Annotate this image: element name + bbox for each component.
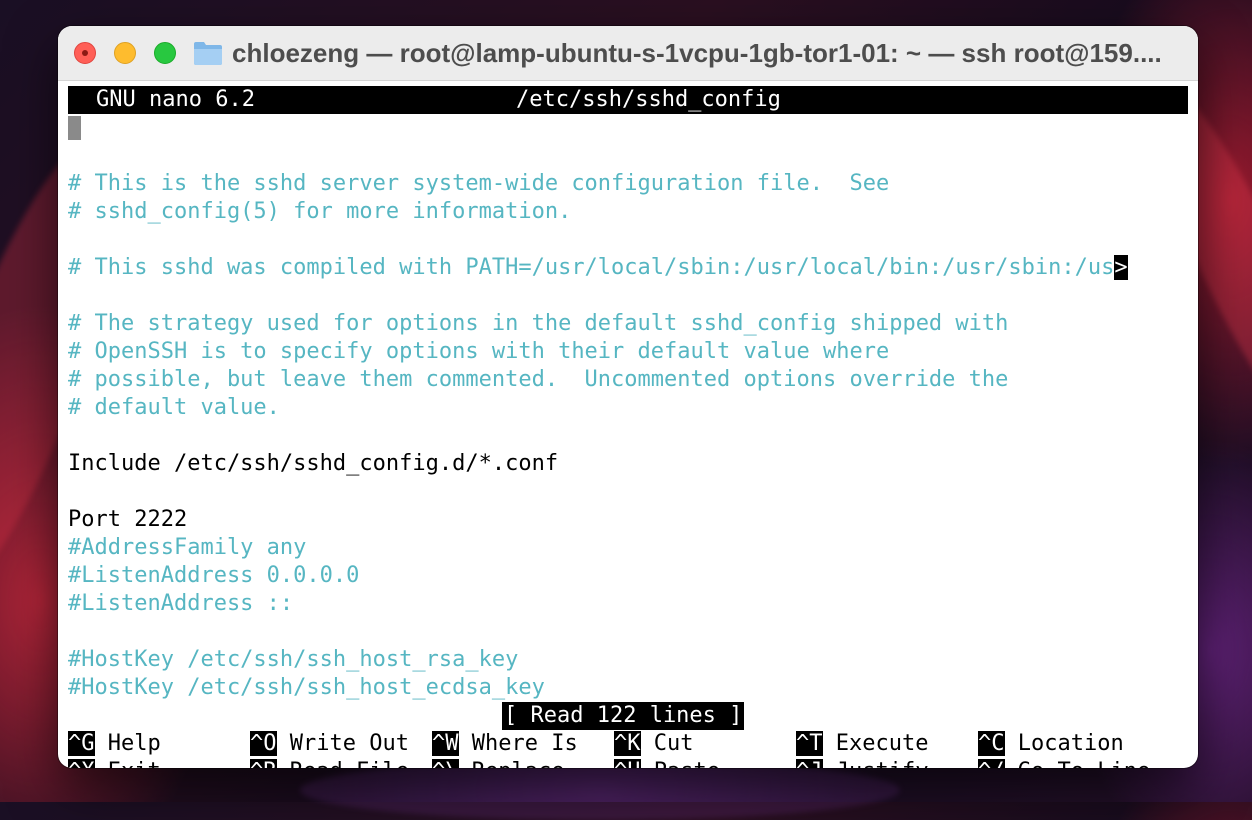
terminal-content[interactable]: GNU nano 6.2 /etc/ssh/sshd_config # This… (68, 86, 1188, 768)
shortcut-key: ^O (250, 731, 277, 756)
shortcut-label: Go To Line (1018, 759, 1150, 768)
line-text: #ListenAddress :: (68, 591, 294, 616)
line-text: # OpenSSH is to specify options with the… (68, 339, 890, 364)
line-text: #AddressFamily any (68, 535, 307, 560)
line-text: #ListenAddress 0.0.0.0 (68, 563, 360, 588)
zoom-button[interactable] (154, 42, 176, 64)
shortcut-label: Location (1017, 731, 1124, 756)
shortcut-read-file[interactable]: ^R Read File (250, 758, 409, 768)
shortcut-label: Cut (653, 731, 694, 756)
shortcut-replace[interactable]: ^\ Replace (432, 758, 564, 768)
code-line: Port 2222 (68, 506, 187, 534)
line-truncated-marker: > (1114, 255, 1128, 280)
code-line: #HostKey /etc/ssh/ssh_host_ecdsa_key (68, 674, 545, 702)
line-text: # sshd_config(5) for more information. (68, 199, 572, 224)
line-text: # This sshd was compiled with PATH=/usr/… (68, 255, 1115, 280)
shortcut-key: ^C (978, 731, 1005, 756)
shortcut-label: Execute (835, 731, 929, 756)
line-text: # default value. (68, 395, 280, 420)
shortcut-key: ^U (614, 759, 641, 768)
code-line: # default value. (68, 394, 280, 422)
code-line: #HostKey /etc/ssh/ssh_host_rsa_key (68, 646, 518, 674)
shortcut-where-is[interactable]: ^W Where Is (432, 730, 578, 758)
code-line: # This is the sshd server system-wide co… (68, 170, 889, 198)
shortcut-cut[interactable]: ^K Cut (614, 730, 694, 758)
shortcut-label: Paste (654, 759, 720, 768)
shortcut-label: Exit (108, 759, 161, 768)
shortcut-paste[interactable]: ^U Paste (614, 758, 720, 768)
minimize-button[interactable] (114, 42, 136, 64)
line-text: Include /etc/ssh/sshd_config.d/*.conf (68, 451, 559, 476)
code-line: # OpenSSH is to specify options with the… (68, 338, 889, 366)
close-button[interactable] (74, 42, 96, 64)
code-line: # sshd_config(5) for more information. (68, 198, 571, 226)
line-text: # This is the sshd server system-wide co… (68, 171, 890, 196)
shortcut-key: ^T (796, 731, 823, 756)
line-text: # possible, but leave them commented. Un… (68, 367, 1009, 392)
line-text: Port 2222 (68, 507, 188, 532)
shortcut-key: ^J (796, 759, 823, 768)
shortcut-label: Where Is (471, 731, 578, 756)
code-line: #ListenAddress 0.0.0.0 (68, 562, 359, 590)
line-text: #HostKey /etc/ssh/ssh_host_ecdsa_key (68, 675, 545, 700)
shortcut-key: ^\ (432, 759, 459, 768)
code-line: # possible, but leave them commented. Un… (68, 366, 1008, 394)
line-text: #HostKey /etc/ssh/ssh_host_rsa_key (68, 647, 519, 672)
shortcut-justify[interactable]: ^J Justify (796, 758, 928, 768)
shortcut-label: Replace (472, 759, 565, 768)
status-message: [ Read 122 lines ] (502, 702, 745, 730)
shortcut-key: ^K (614, 731, 641, 756)
shortcut-location[interactable]: ^C Location (978, 730, 1124, 758)
window-title: chloezeng — root@lamp-ubuntu-s-1vcpu-1gb… (232, 38, 1162, 68)
nano-filename: /etc/ssh/sshd_config (516, 87, 781, 112)
code-line: #AddressFamily any (68, 534, 306, 562)
code-line: Include /etc/ssh/sshd_config.d/*.conf (68, 450, 558, 478)
shortcut-key: ^X (68, 759, 95, 768)
shortcut-key: ^R (250, 759, 277, 768)
text-cursor (68, 116, 81, 140)
shortcut-exit[interactable]: ^X Exit (68, 758, 161, 768)
shortcut-label: Help (107, 731, 161, 756)
code-line: # This sshd was compiled with PATH=/usr/… (68, 254, 1128, 282)
shortcut-label: Read File (290, 759, 409, 768)
code-line: #ListenAddress :: (68, 590, 293, 618)
shortcut-go-to-line[interactable]: ^/ Go To Line (978, 758, 1150, 768)
shortcut-execute[interactable]: ^T Execute (796, 730, 928, 758)
line-text: # The strategy used for options in the d… (68, 311, 1009, 336)
folder-icon (194, 42, 222, 65)
shortcut-help[interactable]: ^G Help (68, 730, 161, 758)
shortcut-key: ^W (432, 731, 459, 756)
nano-version: GNU nano 6.2 (96, 87, 255, 112)
code-line: # The strategy used for options in the d… (68, 310, 1008, 338)
wallpaper-streak (300, 760, 900, 820)
nano-header: GNU nano 6.2 /etc/ssh/sshd_config (68, 86, 1188, 114)
shortcut-key: ^G (68, 731, 95, 756)
shortcut-key: ^/ (978, 759, 1005, 768)
shortcut-write-out[interactable]: ^O Write Out (250, 730, 409, 758)
terminal-window: chloezeng — root@lamp-ubuntu-s-1vcpu-1gb… (58, 26, 1198, 768)
title-bar[interactable]: chloezeng — root@lamp-ubuntu-s-1vcpu-1gb… (58, 26, 1198, 81)
shortcut-label: Justify (836, 759, 929, 768)
shortcut-label: Write Out (289, 731, 409, 756)
